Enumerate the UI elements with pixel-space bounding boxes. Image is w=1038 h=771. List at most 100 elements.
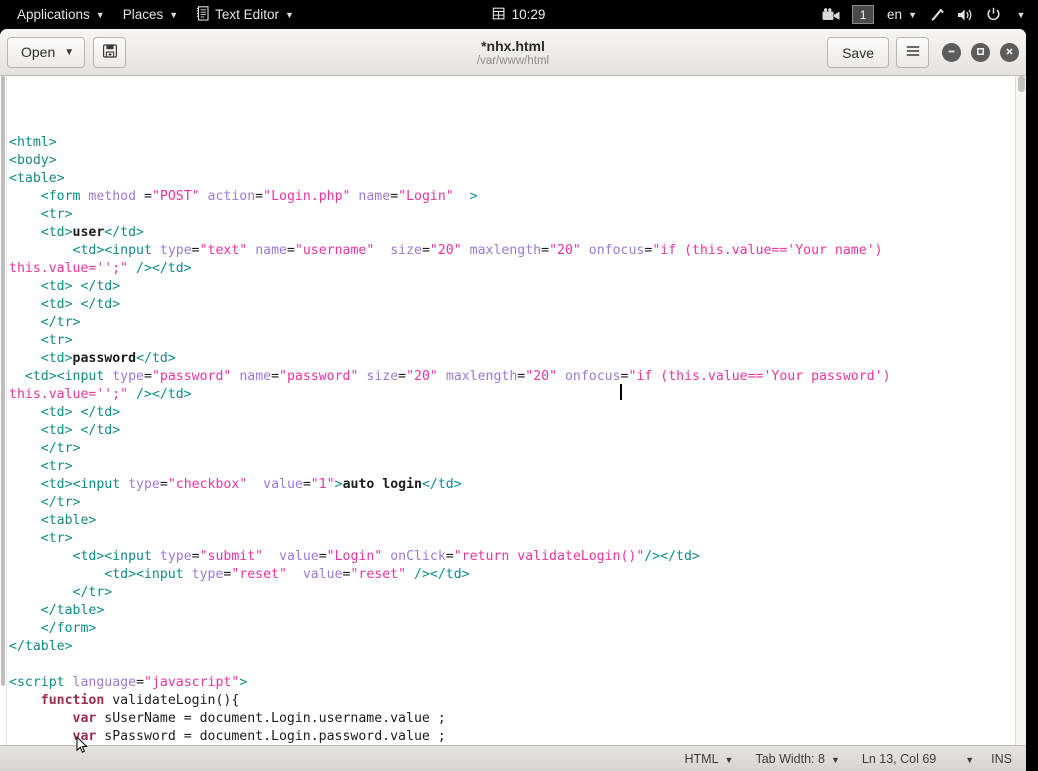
chevron-down-icon: ▼	[1016, 10, 1026, 20]
statusbar-extra-menu[interactable]: ▼	[954, 747, 985, 771]
code-line[interactable]: <td> </td>	[7, 296, 1015, 314]
panel-clock[interactable]: 10:29	[492, 7, 545, 23]
screencast-icon[interactable]	[818, 0, 844, 29]
tab-width-selector[interactable]: Tab Width: 8 ▼	[744, 747, 850, 771]
open-button[interactable]: Open ▼	[7, 36, 86, 68]
code-token-tag: </tr>	[72, 585, 113, 600]
close-button[interactable]	[1000, 43, 1019, 62]
code-line[interactable]: <td><input type="text" name="username" s…	[7, 242, 1015, 260]
code-token-tag: <td><input	[40, 477, 129, 492]
code-token-plain: =	[255, 189, 264, 204]
code-token-tag: </td>	[80, 405, 121, 420]
code-line[interactable]: function validateLogin(){	[7, 692, 1015, 710]
power-icon[interactable]	[980, 0, 1006, 29]
code-line[interactable]: <td> </td>	[7, 278, 1015, 296]
code-token-tag: <tr>	[40, 333, 73, 348]
code-line[interactable]: <td><input type="reset" value="reset" />…	[7, 566, 1015, 584]
code-line[interactable]: <td> </td>	[7, 404, 1015, 422]
code-line[interactable]: <script language="javascript">	[7, 674, 1015, 692]
system-menu-chevron[interactable]: ▼	[1008, 0, 1034, 29]
code-token-attr: language	[72, 675, 137, 690]
code-line[interactable]: <html>	[7, 134, 1015, 152]
language-selector[interactable]: HTML ▼	[674, 747, 745, 771]
menu-applications-label: Applications	[17, 7, 90, 22]
code-line[interactable]: <tr>	[7, 458, 1015, 476]
chevron-down-icon: ▼	[965, 754, 975, 765]
code-line[interactable]: var sUserName = document.Login.username.…	[7, 710, 1015, 728]
code-line[interactable]: <tr>	[7, 206, 1015, 224]
left-scrollbar[interactable]	[0, 76, 7, 745]
source-code-view[interactable]: <html> <body> <table> <form method ="POST"…	[7, 76, 1015, 745]
code-line[interactable]: <body>	[7, 152, 1015, 170]
save-as-button[interactable]	[93, 36, 127, 68]
insert-mode-indicator: INS	[985, 747, 1016, 771]
chevron-down-icon: ▼	[724, 754, 734, 765]
code-token-kw: function	[40, 693, 105, 708]
code-token-tag: <html>	[9, 135, 57, 150]
code-line[interactable]: <td>password</td>	[7, 350, 1015, 368]
code-token-tag: </td>	[421, 477, 462, 492]
code-line[interactable]: </tr>	[7, 584, 1015, 602]
code-token-tag: <td>	[40, 225, 73, 240]
code-line[interactable]: <td><input type="checkbox" value="1">aut…	[7, 476, 1015, 494]
code-line[interactable]: this.value='';" /></td>	[7, 386, 1015, 404]
workspace-switcher[interactable]: 1	[852, 5, 875, 24]
code-line[interactable]: <form method ="POST" action="Login.php" …	[7, 188, 1015, 206]
calendar-icon	[492, 7, 505, 23]
minimize-button[interactable]	[942, 43, 961, 62]
code-token-txt: auto login	[342, 477, 422, 492]
code-token-val: "javascript"	[144, 675, 240, 690]
menu-applications[interactable]: Applications ▼	[8, 0, 114, 29]
code-token-val: "if (this.value=='Your password')	[628, 369, 891, 384]
save-button[interactable]: Save	[827, 37, 889, 68]
maximize-button[interactable]	[971, 43, 990, 62]
code-token-plain: sUserName = document.Login.username.valu…	[96, 711, 446, 726]
code-token-tag: <td><input	[104, 567, 192, 582]
volume-icon[interactable]	[952, 0, 978, 29]
code-line[interactable]: </tr>	[7, 440, 1015, 458]
code-token-tag: </tr>	[40, 495, 81, 510]
code-line[interactable]: <td><input type="submit" value="Login" o…	[7, 548, 1015, 566]
code-line[interactable]: </tr>	[7, 314, 1015, 332]
left-scrollbar-thumb[interactable]	[1, 76, 5, 686]
code-line[interactable]: <td> </td>	[7, 422, 1015, 440]
code-token-tag: </tr>	[40, 315, 81, 330]
hamburger-menu-button[interactable]	[896, 37, 929, 68]
code-token-val: "POST"	[151, 189, 200, 204]
code-token-kw: var	[72, 729, 97, 744]
headerbar-left-group: Open ▼	[7, 36, 127, 68]
code-line[interactable]: <table>	[7, 170, 1015, 188]
bluetooth-icon[interactable]	[924, 0, 950, 29]
code-line[interactable]: </tr>	[7, 494, 1015, 512]
code-line[interactable]: <tr>	[7, 530, 1015, 548]
code-line[interactable]: </table>	[7, 602, 1015, 620]
code-line[interactable]: </table>	[7, 638, 1015, 656]
code-token-plain: =	[271, 369, 280, 384]
code-token-val: "Login.php"	[263, 189, 351, 204]
keyboard-layout-indicator[interactable]: en ▼	[882, 0, 922, 29]
code-line[interactable]: this.value='';" /></td>	[7, 260, 1015, 278]
menu-places[interactable]: Places ▼	[114, 0, 187, 29]
code-token-tag: >	[239, 675, 248, 690]
code-token-attr: name	[239, 369, 272, 384]
code-line[interactable]: <table>	[7, 512, 1015, 530]
code-line[interactable]: <td>user</td>	[7, 224, 1015, 242]
code-line[interactable]: </form>	[7, 620, 1015, 638]
file-path-subtitle: /var/www/html	[476, 54, 550, 67]
vertical-scrollbar[interactable]	[1015, 76, 1026, 745]
code-token-plain: =	[302, 477, 311, 492]
code-token-val: "Login"	[398, 189, 454, 204]
code-line[interactable]: <td><input type="password" name="passwor…	[7, 368, 1015, 386]
code-line[interactable]: var sPassword = document.Login.password.…	[7, 728, 1015, 745]
code-line[interactable]	[7, 656, 1015, 674]
code-line[interactable]: <tr>	[7, 332, 1015, 350]
code-token-val: "reset"	[231, 567, 287, 582]
active-application-menu[interactable]: Text Editor ▼	[187, 0, 303, 29]
vertical-scrollbar-thumb[interactable]	[1018, 76, 1025, 92]
